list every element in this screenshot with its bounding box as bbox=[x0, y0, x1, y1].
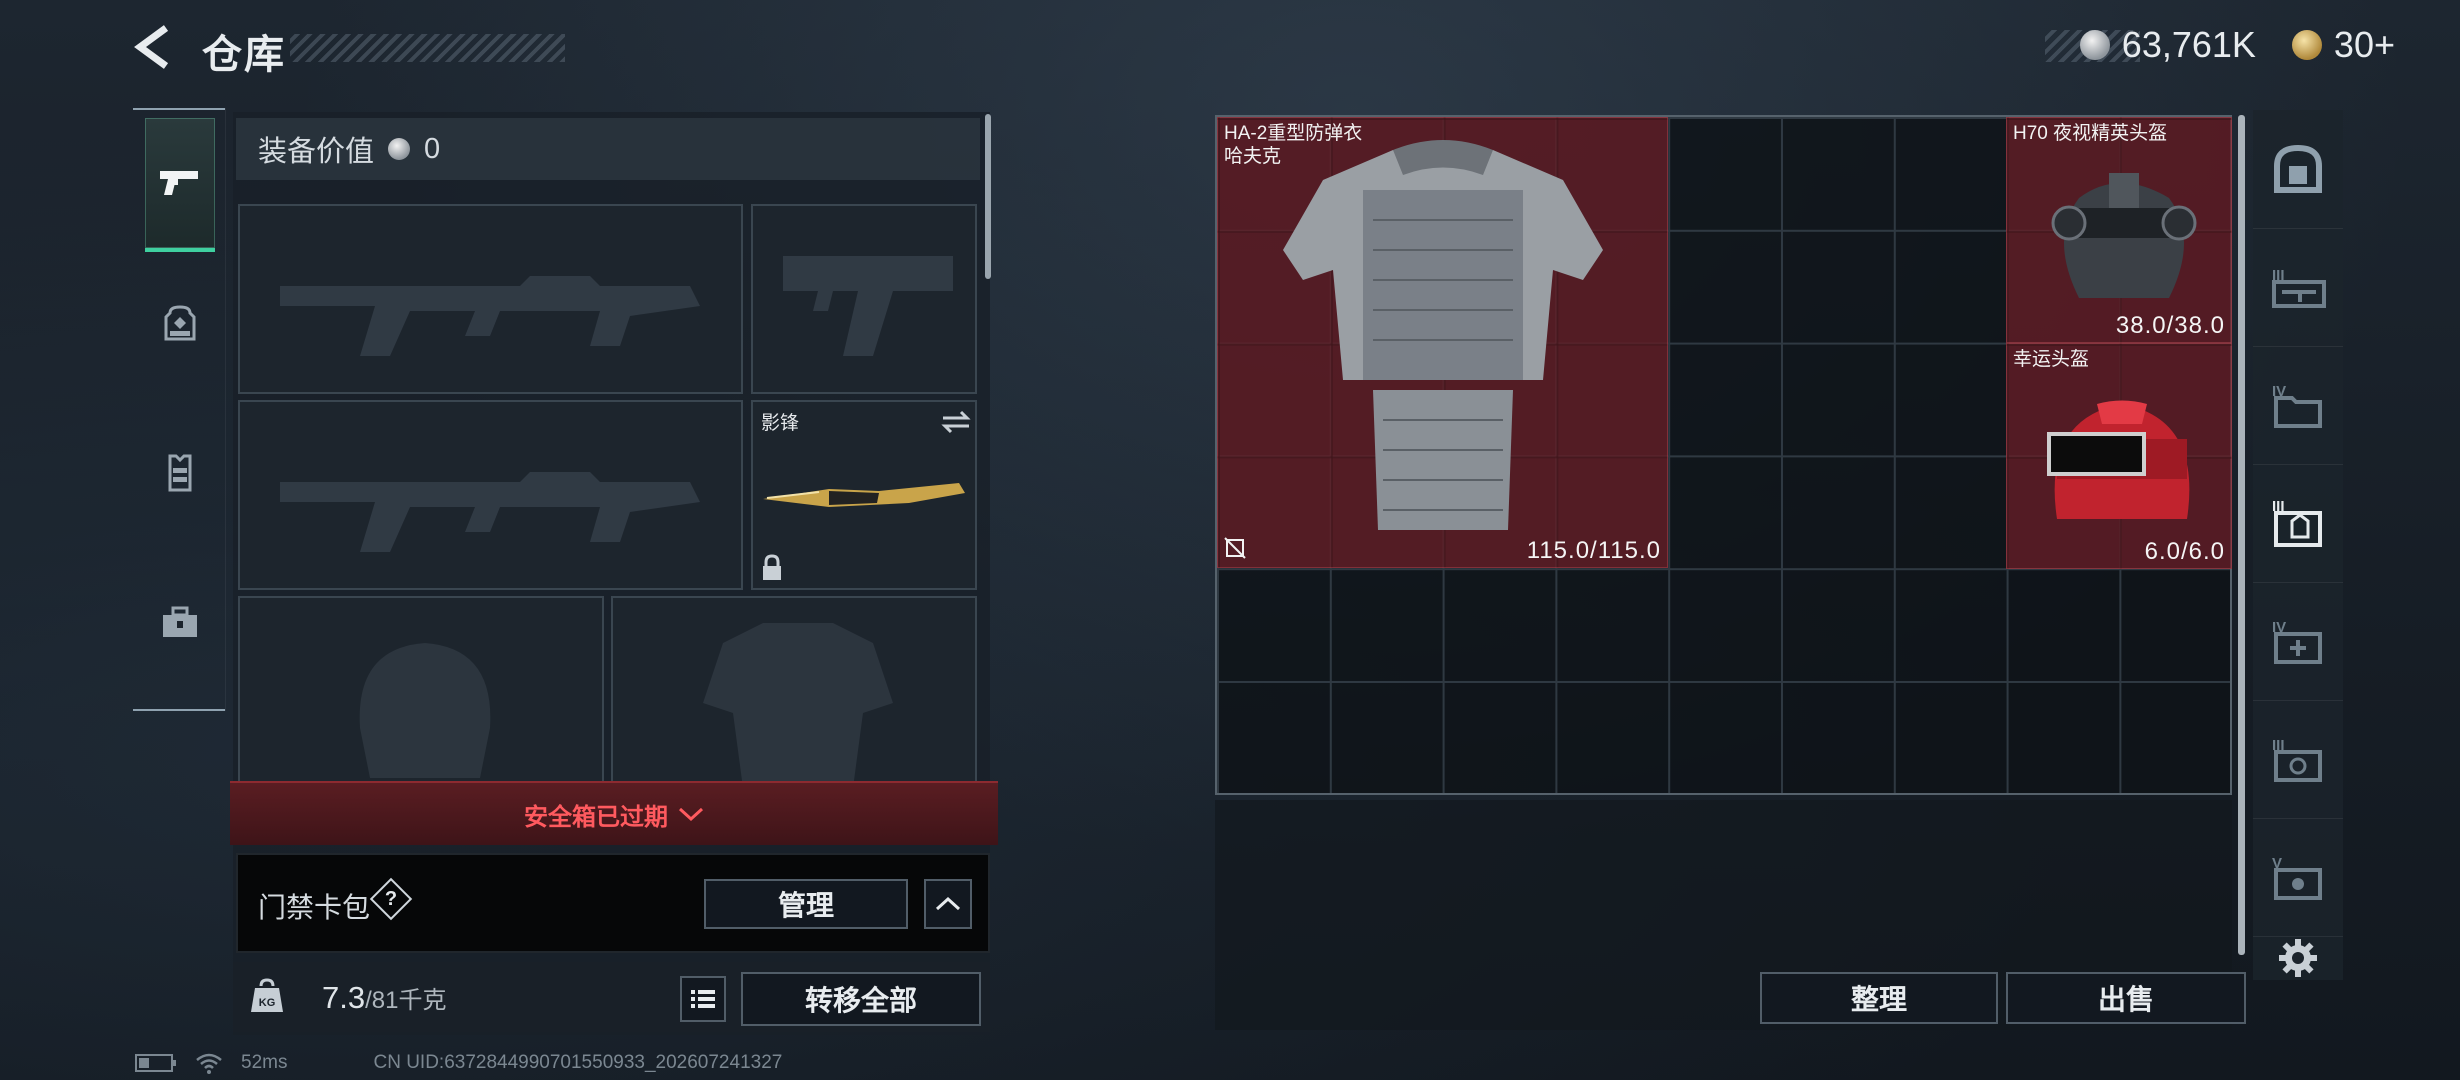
weight-icon: KG bbox=[251, 978, 283, 1012]
title-decoration bbox=[290, 34, 565, 62]
tab-case-iv-medical[interactable]: IV bbox=[2253, 582, 2343, 701]
status-bar: 52ms CN UID:6372844990701550933_20260724… bbox=[135, 1052, 782, 1074]
svg-text:KG: KG bbox=[259, 997, 276, 1009]
pistol-silhouette-icon bbox=[783, 256, 953, 356]
item-durability: 6.0/6.0 bbox=[2144, 538, 2225, 565]
medical-case-iv-icon: IV bbox=[2272, 619, 2322, 664]
parts-case-iii-icon: III bbox=[2272, 737, 2322, 782]
gear-icon bbox=[2279, 939, 2317, 977]
item-durability: 115.0/115.0 bbox=[1526, 537, 1661, 564]
left-category-tabs bbox=[133, 108, 226, 711]
secondary-weapon-slot[interactable] bbox=[238, 400, 743, 590]
helmet-slot[interactable] bbox=[238, 596, 604, 786]
body-armor-image bbox=[1283, 140, 1603, 530]
item-name: H70 夜视精英头盔 bbox=[2013, 123, 2168, 144]
inventory-item-nvg-helmet[interactable]: H70 夜视精英头盔 38.0/38.0 bbox=[2006, 117, 2232, 343]
backpack-icon bbox=[164, 305, 196, 341]
armor-case-iii-icon: III bbox=[2272, 498, 2322, 547]
melee-slot[interactable]: 影锋 bbox=[751, 400, 977, 590]
container-tabs: III IV III IV III V bbox=[2253, 110, 2343, 980]
helmet-silhouette-icon bbox=[359, 643, 491, 778]
tab-case-iii-active[interactable]: III bbox=[2253, 464, 2343, 583]
chevron-up-icon bbox=[935, 896, 961, 911]
item-durability: 38.0/38.0 bbox=[2115, 312, 2225, 339]
list-icon bbox=[691, 990, 715, 1008]
silver-coin-icon bbox=[2079, 30, 2110, 60]
armor-silhouette-icon bbox=[703, 623, 893, 784]
inventory-item-body-armor[interactable]: HA-2重型防弹衣 哈夫克 115.0/115.0 bbox=[1217, 117, 1668, 568]
wifi-icon bbox=[196, 1053, 222, 1074]
currency-bar: 63,761K 30+ bbox=[2079, 20, 2395, 70]
tab-backpack[interactable] bbox=[145, 258, 215, 388]
tab-case-iv[interactable]: IV bbox=[2253, 346, 2343, 465]
case-v-icon: V bbox=[2272, 855, 2322, 900]
weight-readout: 7.3/81千克 bbox=[322, 980, 446, 1016]
inventory-scrollbar[interactable] bbox=[2238, 115, 2245, 955]
vest-icon bbox=[168, 454, 192, 492]
ping-value: 52ms bbox=[241, 1052, 288, 1073]
chevron-down-icon bbox=[678, 807, 704, 822]
pistol-icon bbox=[160, 171, 198, 195]
weight-current: 7.3 bbox=[322, 980, 366, 1015]
keycard-bag-label: 门禁卡包 bbox=[258, 892, 371, 923]
tab-vest[interactable] bbox=[145, 408, 215, 538]
silver-amount: 63,761K bbox=[2121, 24, 2256, 65]
loadout-scrollbar[interactable] bbox=[985, 114, 991, 279]
safe-icon bbox=[2274, 144, 2322, 193]
tab-weapons[interactable] bbox=[145, 118, 215, 252]
inventory-grid[interactable]: HA-2重型防弹衣 哈夫克 115.0/115.0 H70 夜视精英头盔 38.… bbox=[1215, 115, 2232, 795]
folder-iv-icon: IV bbox=[2272, 383, 2322, 428]
secure-case-expired-bar[interactable]: 安全箱已过期 bbox=[230, 781, 998, 845]
page-title: 仓库 bbox=[202, 33, 286, 77]
item-name: HA-2重型防弹衣 哈夫克 bbox=[1224, 123, 1363, 167]
no-insure-icon bbox=[1224, 537, 1246, 559]
tab-case-v[interactable]: V bbox=[2253, 818, 2343, 937]
rifle-silhouette-icon bbox=[280, 276, 700, 356]
tab-case[interactable] bbox=[145, 558, 215, 688]
item-name: 幸运头盔 bbox=[2013, 349, 2090, 370]
weight-max: /81千克 bbox=[365, 987, 447, 1014]
lucky-helmet-image bbox=[2047, 400, 2190, 519]
lock-icon bbox=[763, 554, 781, 580]
sell-button[interactable]: 出售 bbox=[2006, 972, 2246, 1024]
rifle-silhouette-icon bbox=[280, 472, 700, 552]
collapse-button[interactable] bbox=[924, 879, 972, 929]
transfer-all-button[interactable]: 转移全部 bbox=[741, 972, 981, 1026]
swap-icon[interactable] bbox=[941, 410, 971, 434]
equipment-value-label: 装备价值 bbox=[258, 136, 375, 168]
tab-case-iii-parts[interactable]: III bbox=[2253, 700, 2343, 819]
sort-button[interactable]: 整理 bbox=[1760, 972, 1998, 1024]
inventory-item-lucky-helmet[interactable]: 幸运头盔 6.0/6.0 bbox=[2006, 343, 2232, 569]
back-icon[interactable] bbox=[130, 22, 180, 72]
tab-safe[interactable] bbox=[2253, 110, 2343, 229]
tabs-bottom-divider bbox=[133, 709, 225, 711]
armor-slot[interactable] bbox=[611, 596, 977, 786]
equipment-value-amount: 0 bbox=[424, 132, 441, 165]
pistol-slot[interactable] bbox=[751, 204, 977, 394]
manage-button[interactable]: 管理 bbox=[704, 879, 908, 929]
knife-icon bbox=[763, 483, 965, 507]
tab-case-iii[interactable]: III bbox=[2253, 228, 2343, 347]
battery-icon bbox=[135, 1054, 176, 1072]
equipment-value-row: 装备价值 0 bbox=[236, 118, 980, 180]
list-view-button[interactable] bbox=[680, 976, 726, 1022]
settings-button[interactable] bbox=[2253, 936, 2343, 980]
briefcase-icon bbox=[163, 606, 197, 637]
gold-coin-icon bbox=[2291, 30, 2322, 60]
uid-text: CN UID:6372844990701550933_202607241327 bbox=[373, 1052, 783, 1073]
silver-coin-icon bbox=[388, 138, 411, 160]
nvg-helmet-image bbox=[2051, 173, 2197, 298]
gold-amount[interactable]: 30+ bbox=[2334, 24, 2395, 66]
weapon-case-iii-icon: III bbox=[2272, 267, 2326, 308]
expired-text: 安全箱已过期 bbox=[524, 803, 668, 831]
melee-name: 影锋 bbox=[761, 413, 800, 434]
primary-weapon-slot[interactable] bbox=[238, 204, 743, 394]
